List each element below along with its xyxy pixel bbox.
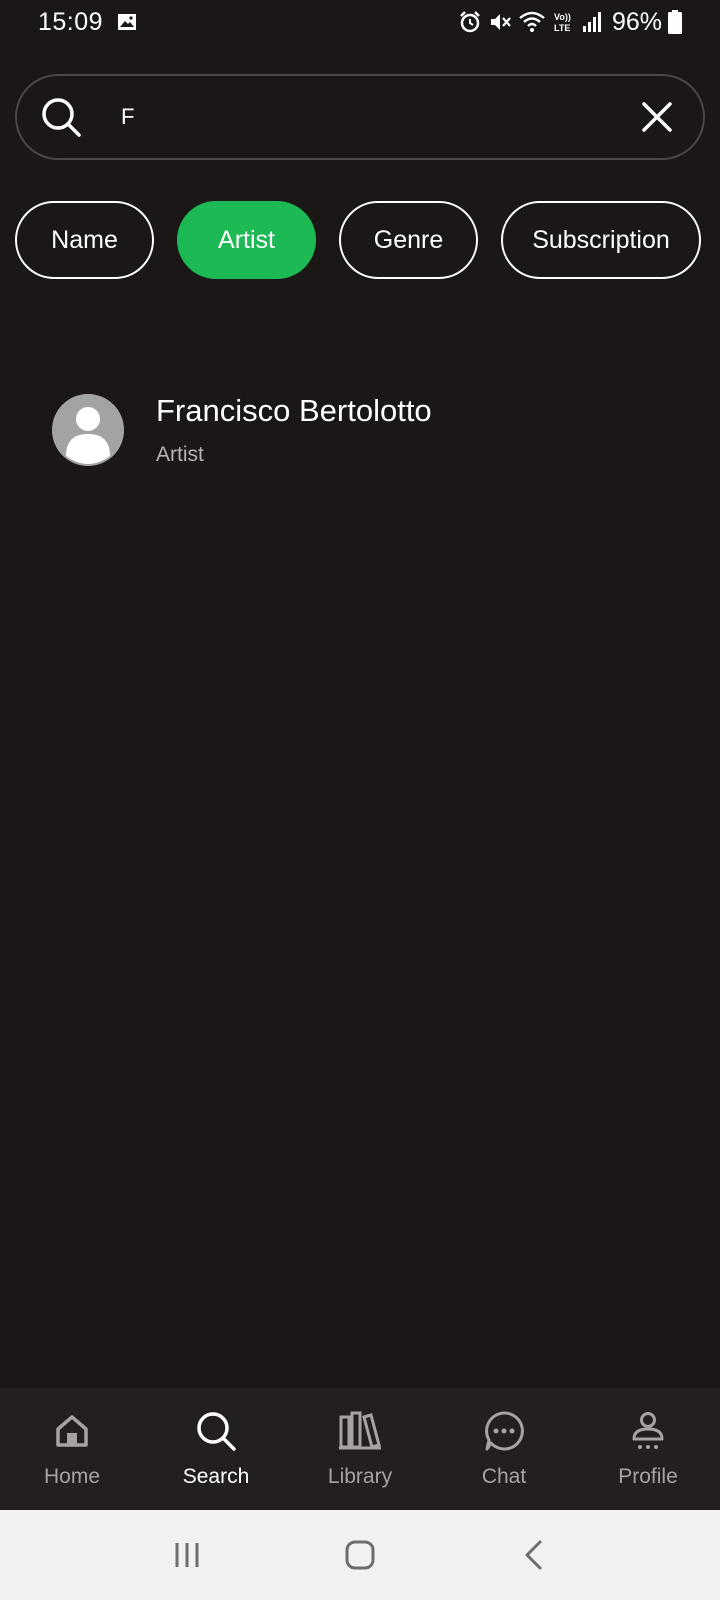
status-time: 15:09 [38, 7, 104, 36]
close-icon [642, 102, 672, 132]
back-button[interactable] [503, 1525, 563, 1585]
filter-chips: Name Artist Genre Subscription [15, 200, 705, 280]
filter-chip-artist[interactable]: Artist [177, 201, 316, 279]
signal-icon [582, 11, 602, 33]
home-icon [50, 1409, 94, 1453]
nav-item-library[interactable]: Library [288, 1388, 432, 1510]
nav-item-search[interactable]: Search [144, 1388, 288, 1510]
system-nav-bar [0, 1510, 720, 1600]
battery-icon [668, 10, 682, 34]
search-icon [39, 95, 83, 139]
person-icon [52, 394, 124, 466]
chat-icon [482, 1409, 526, 1453]
volte-icon: Vo)) LTE [552, 10, 576, 34]
svg-text:Vo)): Vo)) [554, 12, 571, 22]
recent-apps-button[interactable] [157, 1525, 217, 1585]
wifi-icon [518, 10, 546, 34]
back-icon [525, 1540, 542, 1570]
gallery-icon [117, 12, 137, 32]
filter-chip-subscription[interactable]: Subscription [501, 201, 701, 279]
status-left: 15:09 [38, 8, 137, 37]
home-system-button[interactable] [330, 1525, 390, 1585]
alarm-icon [458, 10, 482, 34]
battery-percent: 96% [611, 7, 662, 36]
search-icon [194, 1409, 238, 1453]
status-bar: 15:09 Vo)) LTE 96% [0, 0, 720, 44]
filter-chip-genre[interactable]: Genre [339, 201, 478, 279]
result-subtitle: Artist [156, 443, 204, 466]
status-right: Vo)) LTE 96% [458, 8, 682, 37]
nav-label-chat: Chat [481, 1465, 527, 1488]
avatar [52, 394, 124, 466]
nav-label-home: Home [43, 1465, 101, 1488]
search-bar[interactable] [15, 74, 705, 160]
nav-label-library: Library [327, 1465, 393, 1488]
bottom-nav: Home Search Library Chat Profile [0, 1388, 720, 1510]
mute-icon [488, 10, 512, 34]
svg-text:LTE: LTE [554, 23, 570, 33]
home-square-icon [345, 1540, 375, 1570]
filter-chip-name[interactable]: Name [15, 201, 154, 279]
nav-label-search: Search [182, 1465, 250, 1488]
recent-apps-icon [175, 1543, 199, 1567]
list-item[interactable]: Francisco Bertolotto Artist [52, 380, 672, 480]
result-title: Francisco Bertolotto [156, 393, 432, 428]
search-input[interactable] [121, 104, 635, 130]
nav-item-chat[interactable]: Chat [432, 1388, 576, 1510]
nav-item-profile[interactable]: Profile [576, 1388, 720, 1510]
library-icon [338, 1409, 382, 1453]
nav-label-profile: Profile [618, 1465, 678, 1488]
result-text: Francisco Bertolotto Artist [156, 393, 432, 467]
clear-search-button[interactable] [635, 95, 679, 139]
profile-icon [626, 1409, 670, 1453]
nav-item-home[interactable]: Home [0, 1388, 144, 1510]
